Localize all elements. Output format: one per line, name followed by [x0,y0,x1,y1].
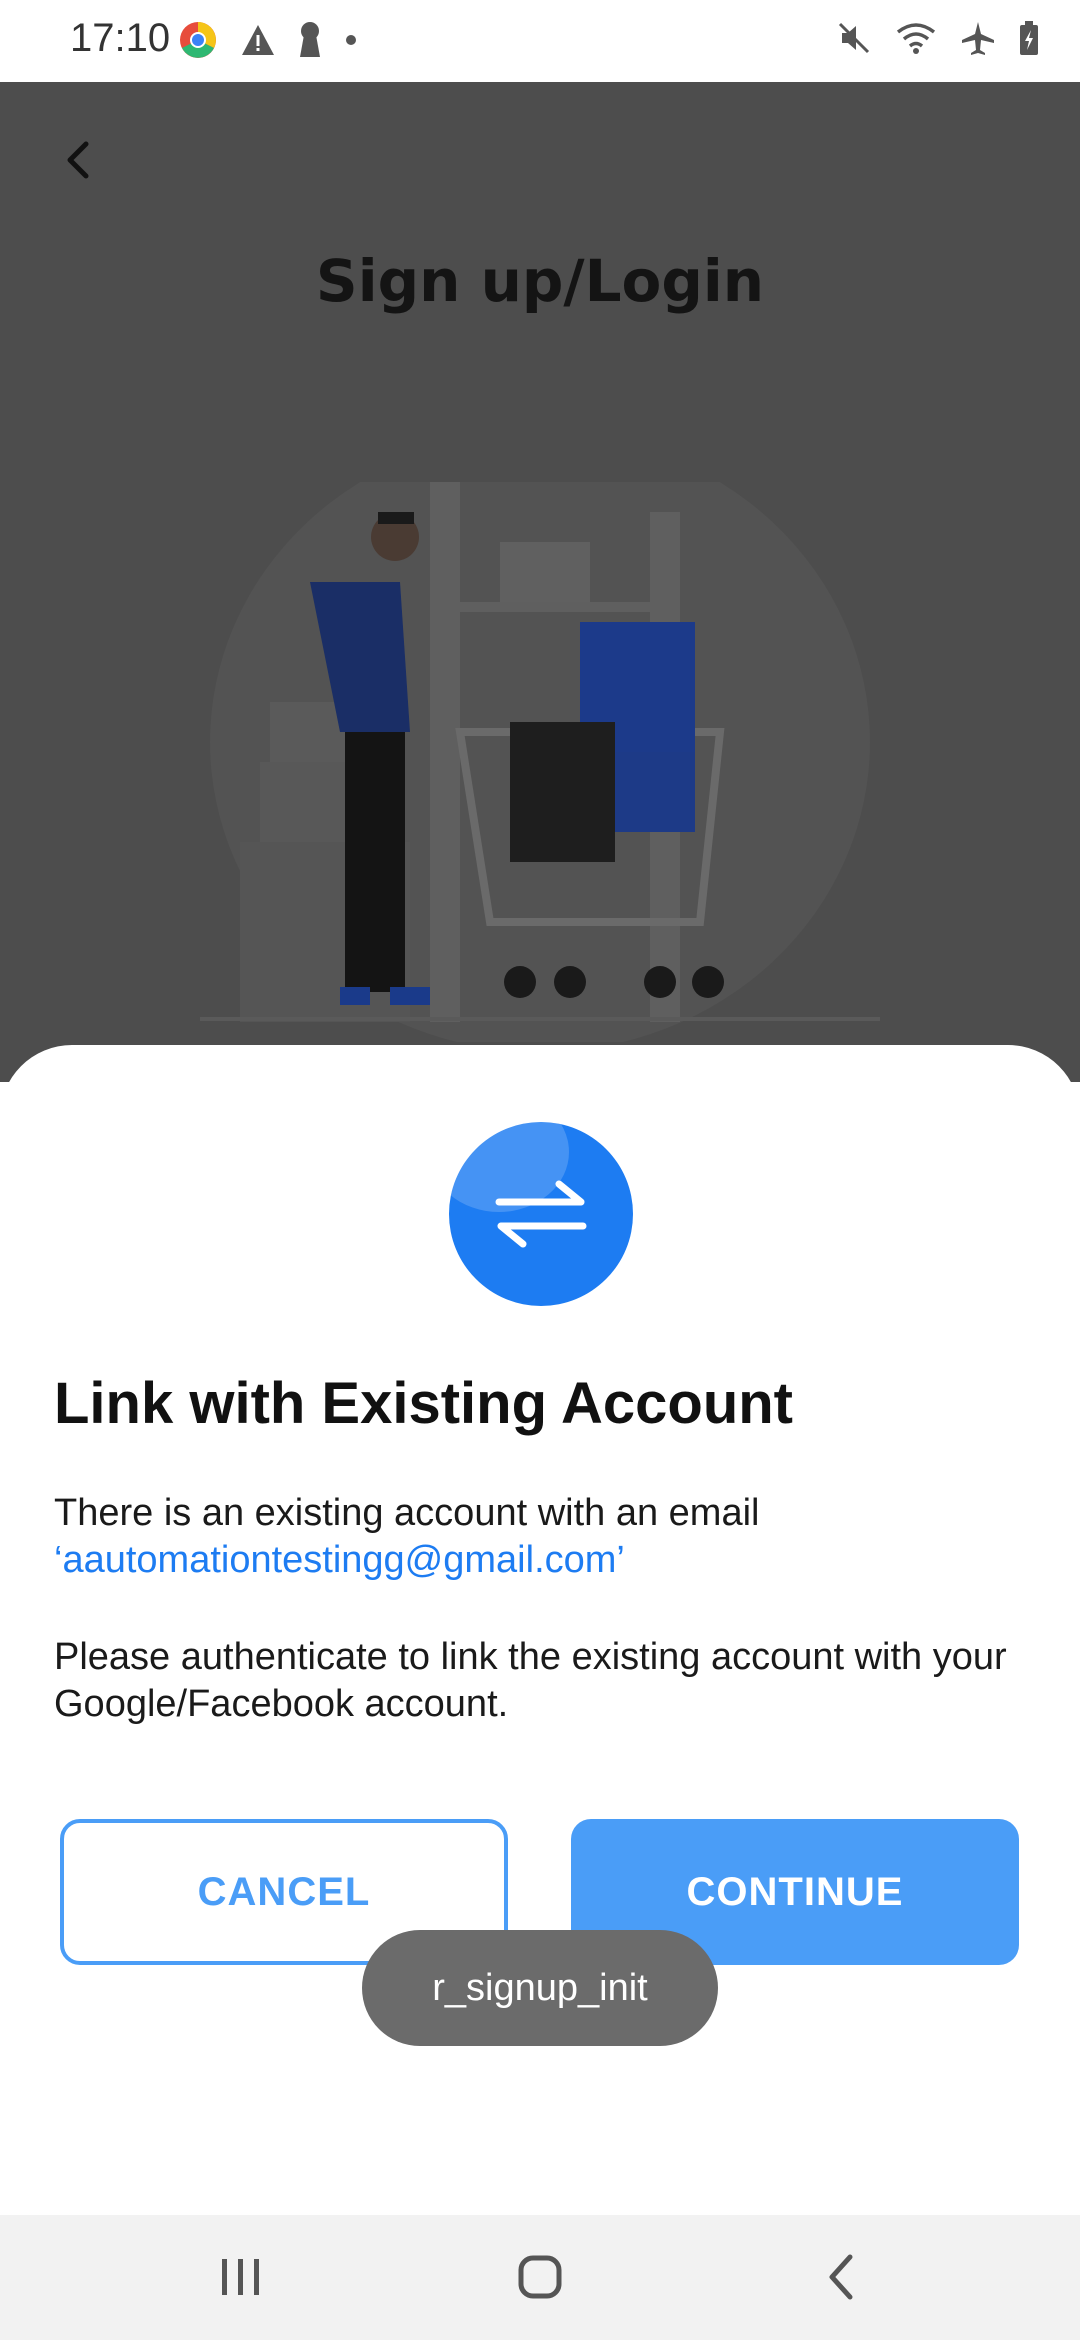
link-swap-icon [449,1122,633,1306]
nav-bar [0,2215,1080,2340]
chrome-icon [178,20,218,65]
battery-icon [1018,20,1040,61]
page-title: Sign up/Login [315,247,765,315]
status-bar: 17:10 [0,0,1080,82]
sheet-message-text: There is an existing account with an ema… [54,1492,760,1534]
sheet-title: Link with Existing Account [54,1371,793,1436]
keyhole-icon [298,21,322,64]
mute-icon [836,20,872,61]
sheet-message-2: Please authenticate to link the existing… [54,1636,1007,1725]
airplane-icon [960,20,996,61]
status-time: 17:10 [70,16,171,60]
home-icon[interactable] [508,2245,572,2309]
shopping-illustration [200,482,880,1042]
toast: r_signup_init [362,1930,718,2046]
back-arrow-icon[interactable] [52,134,104,186]
sheet-email: ‘aautomationtestingg@gmail.com’ [54,1539,625,1581]
wifi-icon [894,20,938,61]
dot-icon [344,33,358,52]
warning-icon [240,23,276,62]
back-icon[interactable] [810,2245,874,2309]
background-screen: Sign up/Login [0,82,1080,1082]
recents-icon[interactable] [208,2245,272,2309]
sheet-message: There is an existing account with an ema… [54,1490,1034,1584]
